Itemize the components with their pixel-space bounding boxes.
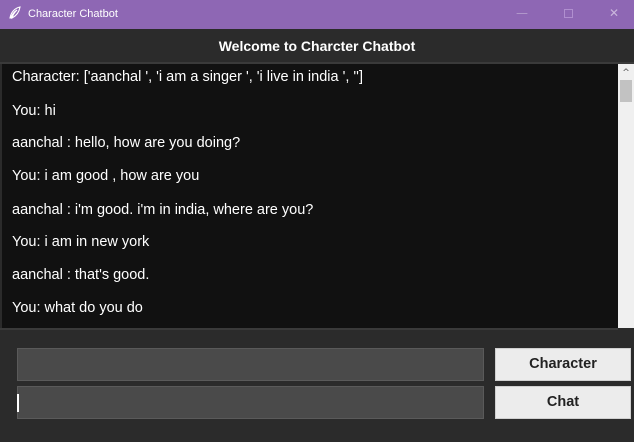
maximize-icon xyxy=(563,9,573,18)
character-button[interactable]: Character xyxy=(495,348,631,381)
chat-input[interactable] xyxy=(17,386,484,419)
chat-message: aanchal : i'm good. i'm in india, where … xyxy=(12,202,314,218)
text-cursor xyxy=(17,394,19,412)
chat-message: aanchal : that's good. xyxy=(12,267,150,283)
chat-message: You: i am good , how are you xyxy=(12,168,200,184)
scrollbar-thumb[interactable] xyxy=(620,80,632,102)
close-button[interactable]: ✕ xyxy=(592,0,634,29)
chat-button[interactable]: Chat xyxy=(495,386,631,419)
feather-icon xyxy=(8,6,24,22)
window-title: Character Chatbot xyxy=(28,8,118,20)
chat-message: You: i am in new york xyxy=(12,234,150,250)
chat-scrollbar[interactable]: ^ ⌄ xyxy=(618,64,634,352)
maximize-button[interactable] xyxy=(546,0,590,29)
page-title: Welcome to Charcter Chatbot xyxy=(218,38,416,54)
chat-message: You: what do you do xyxy=(12,300,143,316)
chat-message: Character: ['aanchal ', 'i am a singer '… xyxy=(12,69,363,85)
minimize-button[interactable]: — xyxy=(500,0,544,29)
panel-divider xyxy=(0,328,618,330)
app-header: Welcome to Charcter Chatbot xyxy=(0,29,634,63)
chat-message: You: hi xyxy=(12,103,56,119)
input-panel xyxy=(0,328,634,442)
chat-message: aanchal : hello, how are you doing? xyxy=(12,135,241,151)
chat-log[interactable]: Character: ['aanchal ', 'i am a singer '… xyxy=(2,64,618,328)
character-input[interactable] xyxy=(17,348,484,381)
scroll-up-icon[interactable]: ^ xyxy=(618,64,634,80)
title-bar: Character Chatbot — ✕ xyxy=(0,0,634,29)
